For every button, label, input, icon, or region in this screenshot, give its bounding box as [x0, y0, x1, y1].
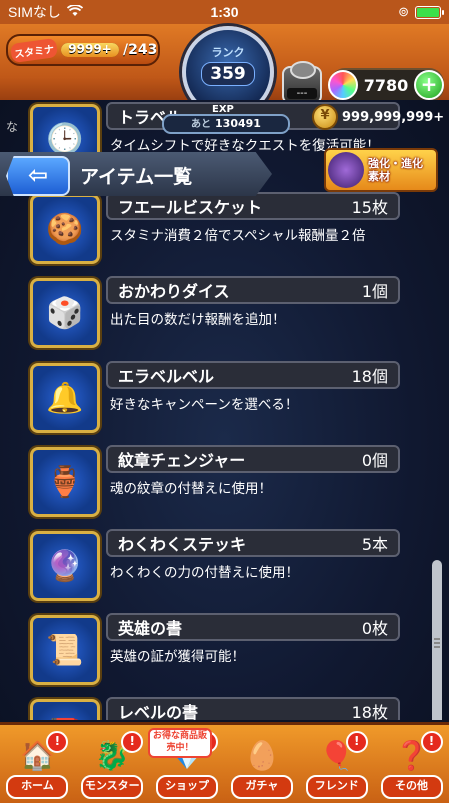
- nav-label: ホーム: [6, 775, 69, 799]
- carrier-text: SIMなし: [8, 4, 61, 20]
- sale-tag: お得な商品販売中！: [148, 728, 212, 758]
- nav-other[interactable]: ❓ ! その他: [379, 729, 445, 803]
- item-icon: 🎲: [30, 278, 100, 348]
- gold-count: 999,999,999+: [342, 109, 445, 125]
- item-name: 紋章チェンジャー: [118, 451, 246, 470]
- item-desc: スタミナ消費２倍でスペシャル報酬量２倍: [110, 228, 366, 244]
- orb-icon: [328, 70, 358, 100]
- evolve-material-icon: [328, 152, 364, 188]
- item-icon: 📕: [30, 699, 100, 720]
- item-namebox: おかわりダイス 1個: [106, 276, 400, 304]
- list-item[interactable]: 🏺 紋章チェンジャー 0個 魂の紋章の付替えに使用！: [30, 445, 402, 517]
- battery-icon: [415, 5, 444, 19]
- item-icon: 🍪: [30, 194, 100, 264]
- scroll-grip[interactable]: [433, 636, 441, 648]
- gift-text: ---: [287, 88, 317, 99]
- list-item[interactable]: 🎲 おかわりダイス 1個 出た目の数だけ報酬を追加！: [30, 276, 402, 348]
- stamina-bar: 9999+: [61, 43, 119, 57]
- wifi-icon: [66, 4, 84, 20]
- item-count: 18枚: [351, 703, 388, 720]
- notification-badge: !: [46, 731, 69, 753]
- gift-box-icon[interactable]: ---: [282, 61, 322, 104]
- item-name: 英雄の書: [118, 619, 183, 638]
- exp-prefix: あと: [191, 119, 212, 130]
- notification-badge: !: [121, 731, 144, 753]
- buy-orb-button[interactable]: +: [414, 70, 444, 100]
- page-title: アイテム一覧: [80, 166, 193, 188]
- item-count: 0個: [361, 451, 388, 470]
- nav-home[interactable]: 🏠 ! ホーム: [4, 729, 70, 803]
- item-namebox: 英雄の書 0枚: [106, 613, 400, 641]
- item-icon: 🔮: [30, 531, 100, 601]
- side-text: な: [6, 120, 19, 134]
- nav-label: ショップ: [156, 775, 219, 799]
- list-item[interactable]: 🔮 わくわくステッキ 5本 わくわくの力の付替えに使用！: [30, 529, 402, 601]
- bottom-nav: 🏠 ! ホーム 🐉 ! モンスター 💎 ! ショップ 🥚 ガチャ 🎈 ! フレン…: [0, 722, 449, 803]
- item-desc: わくわくの力の付替えに使用！: [110, 565, 299, 581]
- nav-label: その他: [380, 775, 443, 799]
- item-count: 5本: [361, 535, 388, 554]
- item-desc: 魂の紋章の付替えに使用！: [110, 481, 272, 497]
- evolve-material-button[interactable]: 強化・進化 素材: [324, 148, 438, 192]
- back-button[interactable]: ⇦: [6, 156, 70, 196]
- nav-label: フレンド: [305, 775, 368, 799]
- item-namebox: 紋章チェンジャー 0個: [106, 445, 400, 473]
- item-name: レベルの書: [118, 703, 199, 720]
- item-name: エラベルベル: [118, 367, 215, 386]
- gold-coin-icon: ¥: [312, 104, 338, 130]
- orb-count: 7780: [363, 75, 409, 95]
- item-desc: 出た目の数だけ報酬を追加！: [110, 312, 286, 328]
- item-desc: 英雄の証が獲得可能！: [110, 649, 245, 665]
- item-name: おかわりダイス: [118, 282, 230, 301]
- nav-monster[interactable]: 🐉 ! モンスター: [79, 729, 145, 803]
- stamina-current: 9999+: [68, 43, 112, 56]
- item-count: 0枚: [361, 619, 388, 638]
- item-icon: 🔔: [30, 363, 100, 433]
- item-desc: 好きなキャンペーンを選べる！: [110, 397, 299, 413]
- nav-label: ガチャ: [230, 775, 293, 799]
- gold-counter: ¥ 999,999,999+: [312, 104, 444, 130]
- notification-badge: !: [420, 731, 443, 753]
- title-banner: ⇦ アイテム一覧 強化・進化 素材: [0, 148, 449, 200]
- gacha-egg-icon: 🥚: [244, 738, 280, 772]
- exp-box: あと 130491: [162, 114, 290, 134]
- list-item[interactable]: 🔔 エラベルベル 18個 好きなキャンペーンを選べる！: [30, 361, 402, 433]
- status-bar: SIMなし 1:30 ⊚: [0, 0, 449, 24]
- item-count: 1個: [361, 282, 388, 301]
- evolve-label-line2: 素材: [368, 170, 390, 183]
- item-icon: 📜: [30, 615, 100, 685]
- stamina-label: スタミナ: [9, 37, 59, 63]
- item-count: 18個: [351, 367, 388, 386]
- evolve-label-line1: 強化・進化: [368, 157, 423, 170]
- nav-friend[interactable]: 🎈 ! フレンド: [304, 729, 370, 803]
- exp-remaining: 130491: [215, 117, 261, 130]
- orientation-lock-icon: ⊚: [398, 4, 409, 19]
- rank-label: ランク: [211, 46, 245, 59]
- nav-gacha[interactable]: 🥚 ガチャ: [229, 729, 295, 803]
- orb-counter: 7780 +: [328, 68, 444, 102]
- nav-label: モンスター: [81, 775, 144, 799]
- stamina-box[interactable]: スタミナ 9999+ /243: [6, 34, 160, 66]
- stamina-max: /243: [123, 42, 158, 58]
- item-icon: 🏺: [30, 447, 100, 517]
- scrollbar[interactable]: [432, 560, 442, 720]
- item-name: わくわくステッキ: [118, 535, 247, 554]
- item-namebox: わくわくステッキ 5本: [106, 529, 400, 557]
- rank-value: 359: [201, 62, 255, 86]
- item-namebox: エラベルベル 18個: [106, 361, 400, 389]
- list-item[interactable]: 📕 レベルの書 18枚: [30, 697, 402, 720]
- notification-badge: !: [345, 731, 368, 753]
- item-namebox: レベルの書 18枚: [106, 697, 400, 720]
- list-item[interactable]: 📜 英雄の書 0枚 英雄の証が獲得可能！: [30, 613, 402, 685]
- back-arrow-icon: ⇦: [27, 161, 49, 189]
- list-item[interactable]: 🍪 フエールビスケット 15枚 スタミナ消費２倍でスペシャル報酬量２倍: [30, 192, 402, 264]
